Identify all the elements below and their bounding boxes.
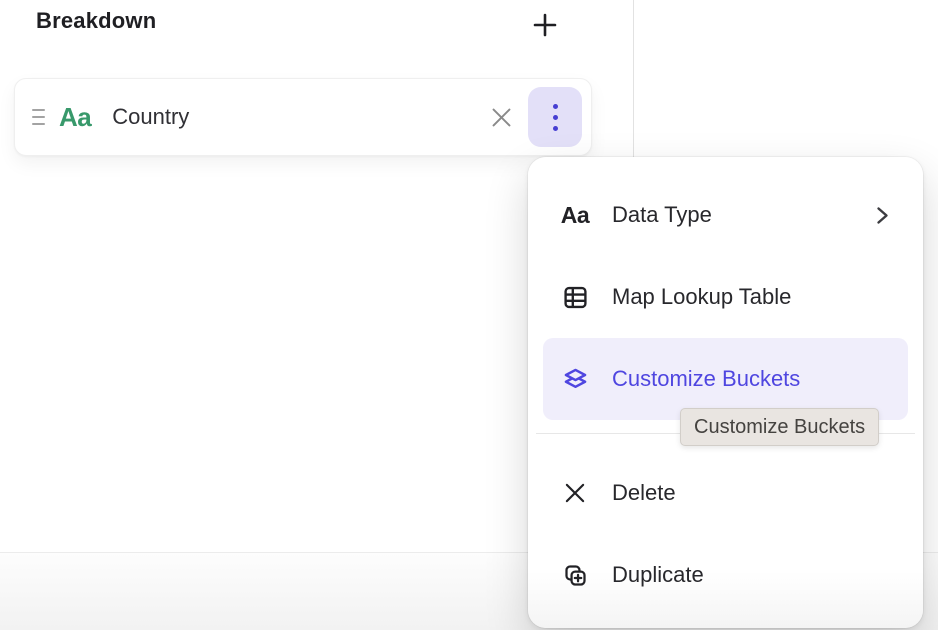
layers-stack-icon	[560, 366, 590, 393]
add-breakdown-button[interactable]	[528, 8, 562, 42]
menu-item-data-type[interactable]: Aa Data Type	[543, 174, 908, 256]
breakdown-field-card[interactable]: Aa Country	[14, 78, 592, 156]
menu-item-label: Duplicate	[612, 562, 704, 588]
menu-item-label: Delete	[612, 480, 676, 506]
chevron-right-icon	[876, 206, 889, 225]
text-type-icon: Aa	[59, 102, 91, 133]
menu-item-label: Customize Buckets	[612, 366, 800, 392]
field-options-button[interactable]	[528, 87, 582, 147]
panel-header: Breakdown	[36, 8, 578, 34]
copy-plus-icon	[560, 562, 590, 589]
page-title: Breakdown	[36, 8, 156, 34]
x-icon	[489, 105, 514, 130]
menu-item-label: Data Type	[612, 202, 712, 228]
menu-item-duplicate[interactable]: Duplicate	[543, 534, 908, 616]
customize-buckets-tooltip: Customize Buckets	[680, 408, 879, 446]
panel-vertical-divider	[633, 0, 634, 158]
field-options-menu: Aa Data Type Map Lookup Table	[528, 157, 923, 628]
kebab-vertical-icon	[553, 104, 558, 131]
plus-icon	[531, 11, 559, 39]
field-name: Country	[112, 104, 189, 130]
remove-field-button[interactable]	[487, 103, 515, 131]
menu-item-map-lookup-table[interactable]: Map Lookup Table	[543, 256, 908, 338]
menu-item-label: Map Lookup Table	[612, 284, 791, 310]
text-type-icon: Aa	[560, 202, 590, 229]
drag-handle-icon[interactable]	[32, 109, 45, 125]
menu-item-delete[interactable]: Delete	[543, 452, 908, 534]
x-icon	[560, 480, 590, 506]
table-icon	[560, 284, 590, 311]
tooltip-text: Customize Buckets	[694, 416, 865, 439]
breakdown-panel: Breakdown Aa Country	[0, 0, 938, 630]
